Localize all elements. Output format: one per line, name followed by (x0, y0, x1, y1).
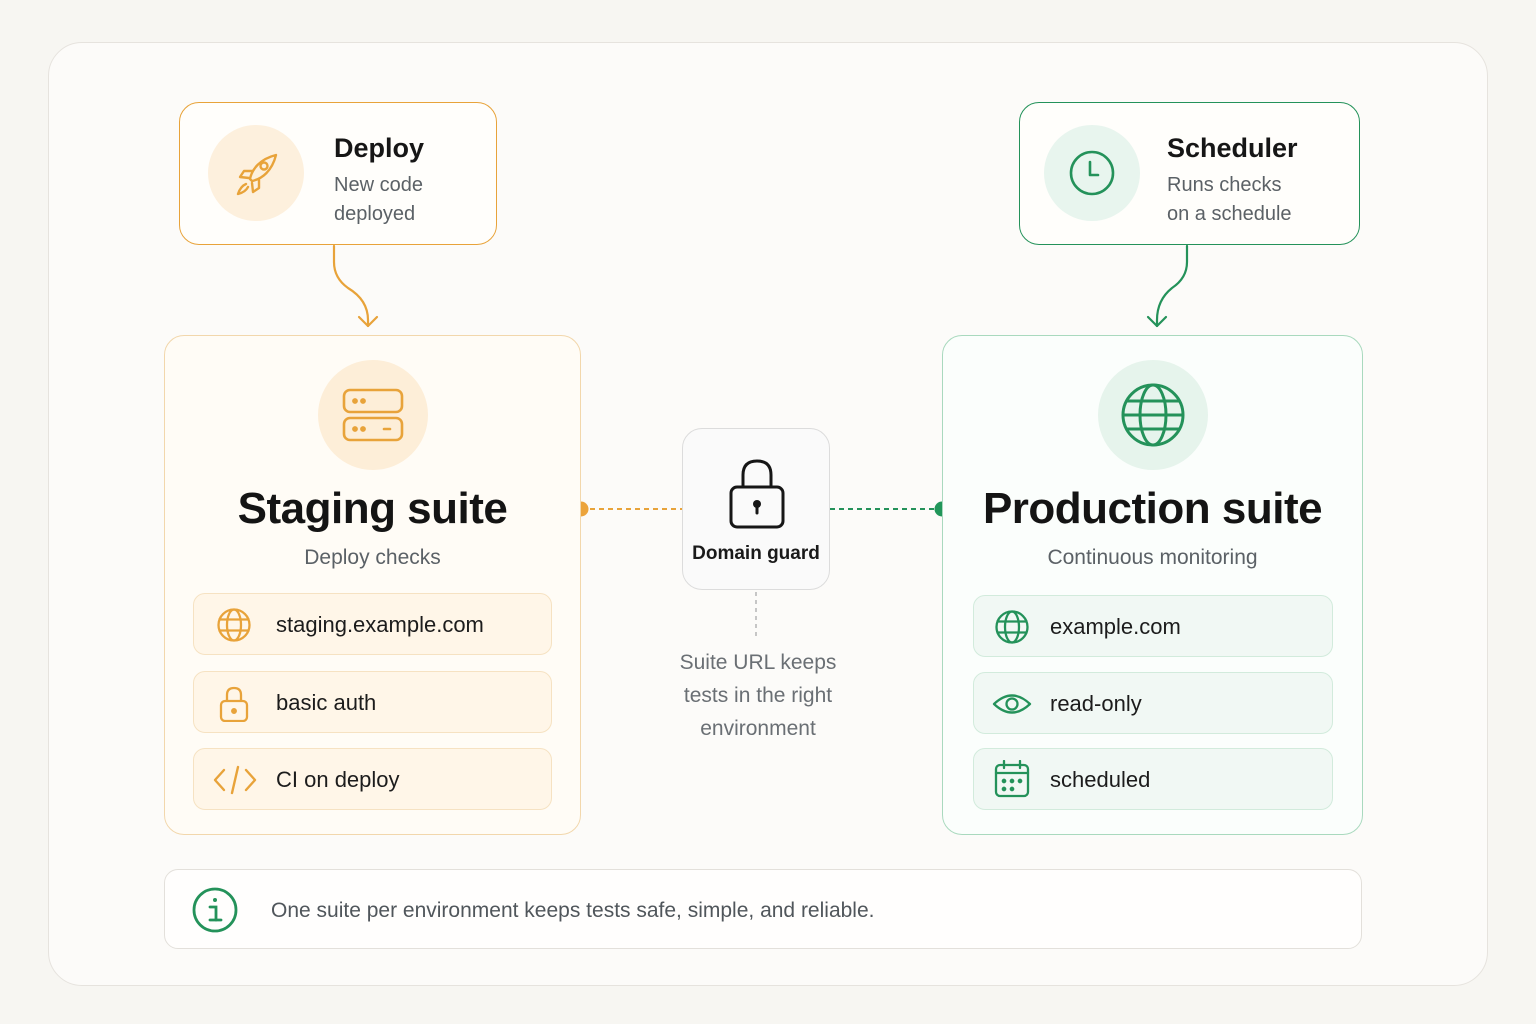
staging-item-ci: CI on deploy (193, 748, 552, 810)
globe-icon (1121, 383, 1184, 447)
scheduler-icon-circle (1044, 125, 1140, 221)
production-item-domain-label: example.com (1050, 614, 1181, 639)
deploy-arrow (332, 244, 370, 328)
rocket-icon (236, 153, 278, 196)
globe-icon (995, 610, 1029, 644)
production-item-scheduled: scheduled (973, 748, 1333, 810)
production-suite-title: Production suite (982, 484, 1323, 533)
production-icon-circle (1097, 360, 1208, 470)
production-item-readonly: read-only (973, 672, 1333, 734)
server-icon (342, 388, 403, 442)
staging-icon-circle (317, 360, 428, 470)
calendar-icon (994, 760, 1030, 798)
deploy-description: New code deployed (334, 174, 423, 225)
staging-item-domain: staging.example.com (193, 593, 552, 655)
staging-item-auth-label: basic auth (276, 690, 377, 715)
footer-note-text: One suite per environment keeps tests sa… (271, 899, 875, 922)
staging-item-ci-label: CI on deploy (276, 767, 400, 792)
scheduler-description: Runs checks on a schedule (1167, 174, 1292, 225)
footer-note: One suite per environment keeps tests sa… (164, 869, 1362, 949)
scheduler-title: Scheduler (1167, 133, 1298, 163)
staging-item-auth: basic auth (193, 671, 552, 733)
staging-suite-title: Staging suite (237, 484, 508, 533)
deploy-card: Deploy New code deployed (179, 102, 497, 245)
production-suite-subtitle: Continuous monitoring (1047, 546, 1258, 569)
info-icon (192, 887, 238, 933)
domain-guard-card: Domain guard (682, 428, 830, 590)
scheduler-arrow (1155, 244, 1189, 328)
staging-suite-subtitle: Deploy checks (304, 546, 441, 569)
production-item-domain: example.com (973, 595, 1333, 657)
scheduler-card: Scheduler Runs checks on a schedule (1019, 102, 1360, 245)
domain-guard-note: Suite URL keeps tests in the right envir… (679, 651, 837, 740)
clock-icon (1069, 150, 1115, 196)
deploy-icon-circle (208, 125, 304, 221)
production-suite-card: Production suite Continuous monitoring e… (942, 335, 1363, 835)
eye-icon (992, 694, 1032, 714)
staging-item-domain-label: staging.example.com (276, 612, 484, 637)
padlock-icon (729, 459, 785, 529)
globe-icon (217, 608, 251, 642)
code-icon (213, 765, 257, 795)
production-item-readonly-label: read-only (1050, 691, 1142, 716)
production-item-scheduled-label: scheduled (1050, 767, 1151, 792)
lock-icon (219, 686, 249, 722)
deploy-title: Deploy (334, 133, 425, 163)
staging-suite-card: Staging suite Deploy checks staging.exam… (164, 335, 581, 835)
domain-guard-label: Domain guard (692, 543, 820, 564)
